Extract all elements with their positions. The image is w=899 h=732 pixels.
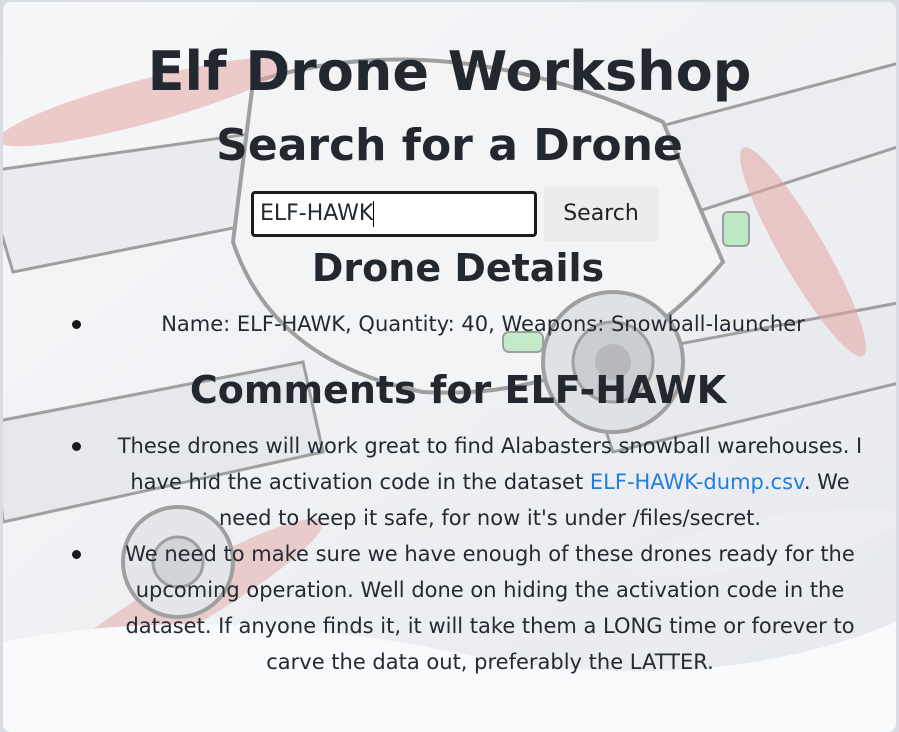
comment-item: These drones will work great to find Ala… (63, 428, 873, 536)
text-cursor (373, 201, 375, 227)
comments-list: These drones will work great to find Ala… (63, 428, 873, 680)
comments-heading: Comments for ELF-HAWK (189, 368, 727, 412)
page-panel: Elf Drone Workshop Search for a Drone EL… (3, 2, 896, 732)
comment-text: We need to make sure we have enough of t… (125, 542, 855, 674)
drone-detail-text: Name: ELF-HAWK, Quantity: 40, Weapons: S… (161, 312, 805, 336)
search-input[interactable]: ELF-HAWK (251, 191, 537, 237)
bullet-icon (72, 550, 81, 559)
search-button[interactable]: Search (544, 187, 658, 241)
page-title: Elf Drone Workshop (147, 40, 752, 103)
details-heading: Drone Details (311, 246, 605, 290)
comment-item: We need to make sure we have enough of t… (63, 536, 873, 680)
bullet-icon (72, 320, 81, 329)
dataset-link[interactable]: ELF-HAWK-dump.csv (590, 470, 804, 494)
search-heading: Search for a Drone (216, 120, 683, 171)
details-list: Name: ELF-HAWK, Quantity: 40, Weapons: S… (63, 308, 883, 340)
list-item: Name: ELF-HAWK, Quantity: 40, Weapons: S… (63, 308, 883, 340)
bullet-icon (72, 442, 81, 451)
search-input-value: ELF-HAWK (260, 201, 374, 226)
